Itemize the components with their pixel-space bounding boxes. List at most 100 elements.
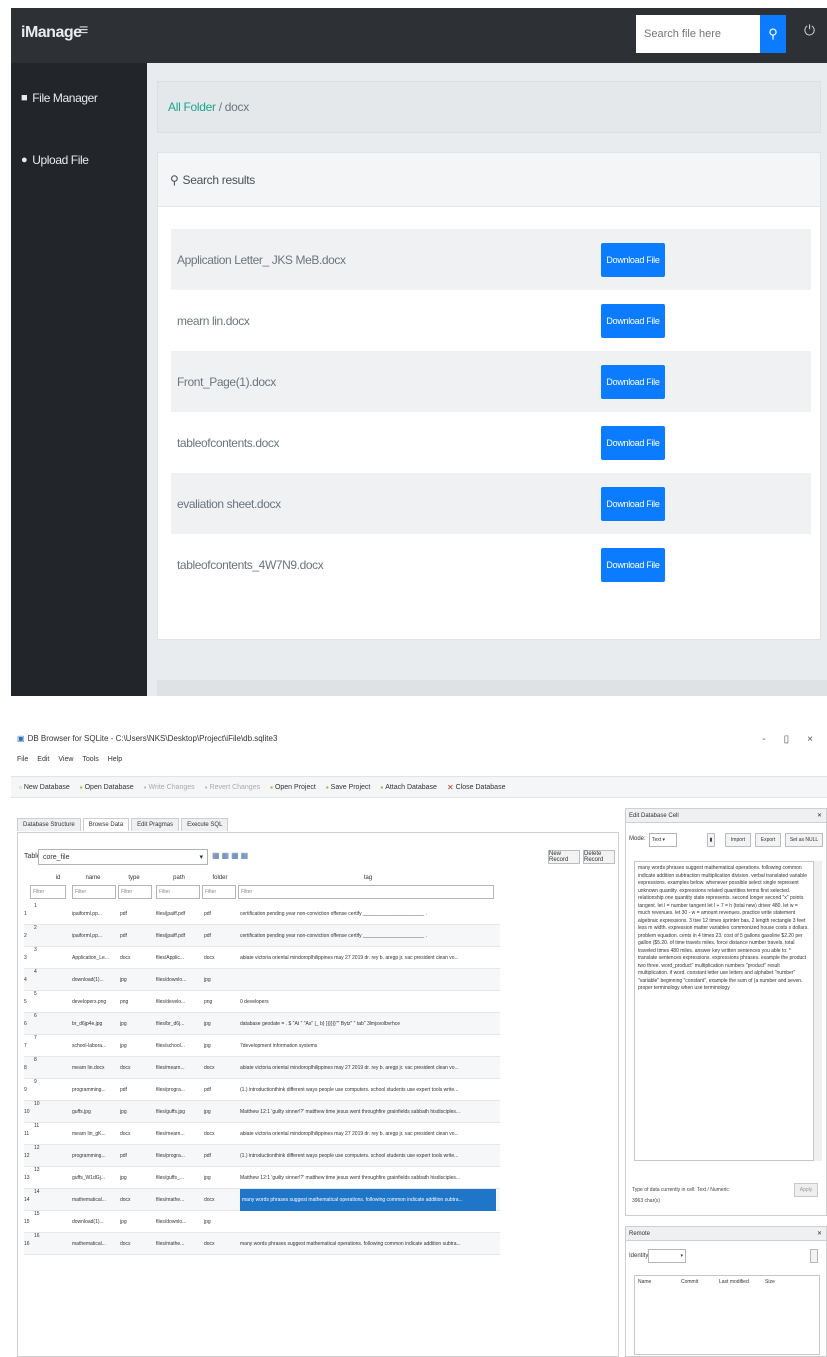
column-header-name[interactable]: name	[72, 875, 114, 881]
cell-type[interactable]: pdf	[120, 903, 140, 925]
filter-input[interactable]: Filter	[238, 885, 494, 899]
cell-name[interactable]: guffs.jpg	[72, 1101, 114, 1123]
download-file-button[interactable]: Download File	[601, 547, 665, 582]
table-row[interactable]: 11 11 mearn lin_gK... docx files/mearn... doc…	[24, 1123, 500, 1145]
cell-tag[interactable]: 0 developers	[240, 991, 496, 1013]
cell-type[interactable]: pdf	[120, 1079, 140, 1101]
cell-tag[interactable]: Matthew 12:1 'guilty sinner!?' matthew t…	[240, 1167, 496, 1189]
maximize-button[interactable]: ▯	[784, 734, 790, 745]
table-row[interactable]: 6 6 br_d6jp4e.jpg jpg files/br_d6j... jpg data…	[24, 1013, 500, 1035]
filter-input[interactable]: Filter	[72, 885, 116, 899]
table-row[interactable]: 14 14 mathematical... docx files/mathe... doc…	[24, 1189, 500, 1211]
search-input[interactable]	[636, 15, 760, 53]
breadcrumb-link-all-folder[interactable]: All Folder	[168, 100, 216, 114]
table-row[interactable]: 4 4 download(1)... jpg files/downlo... jpg	[24, 969, 500, 991]
sidebar-item-file-manager[interactable]: ■ File Manager	[21, 91, 98, 105]
delete-record-button[interactable]: Delete Record	[583, 850, 615, 864]
cell-name[interactable]: download(1)...	[72, 1211, 114, 1233]
search-button[interactable]: ⚲	[760, 15, 786, 53]
cell-folder[interactable]: docx	[204, 1057, 218, 1079]
cell-tag[interactable]: (1.) introductionthink different ways pe…	[240, 1145, 496, 1167]
row-number[interactable]: 13	[24, 1167, 40, 1189]
filter-input[interactable]: Filter	[156, 885, 200, 899]
sidebar-item-upload-file[interactable]: ● Upload File	[21, 153, 89, 167]
cell-tag[interactable]: many words phrases suggest mathematical …	[240, 1233, 496, 1255]
revert-changes-button[interactable]: ▪ Revert Changes	[205, 783, 260, 792]
cell-name[interactable]: br_d6jp4e.jpg	[72, 1013, 114, 1035]
cell-path[interactable]: files/school...	[156, 1035, 202, 1057]
cell-name[interactable]: ipaiforml.pp...	[72, 903, 114, 925]
column-header-tag[interactable]: tag	[240, 875, 496, 881]
download-file-button[interactable]: Download File	[601, 303, 665, 338]
cell-type[interactable]: docx	[120, 947, 140, 969]
cell-folder[interactable]: docx	[204, 1123, 218, 1145]
row-number[interactable]: 4	[24, 969, 40, 991]
cell-tag[interactable]: Matthew 12:1 'guilty sinner!?' matthew t…	[240, 1101, 496, 1123]
download-file-button[interactable]: Download File	[601, 364, 665, 399]
cell-folder[interactable]: pdf	[204, 925, 218, 947]
table-row[interactable]: 1 1 ipaiforml.pp... pdf files/jpaiff.pdf pdf c…	[24, 903, 500, 925]
close-icon[interactable]: ✕	[817, 1230, 822, 1237]
row-number[interactable]: 14	[24, 1189, 40, 1211]
row-number[interactable]: 8	[24, 1057, 40, 1079]
cell-name[interactable]: guffs_W1dGj...	[72, 1167, 114, 1189]
cell-folder[interactable]: pdf	[204, 1079, 218, 1101]
column-header-folder[interactable]: folder	[204, 875, 236, 881]
table-row[interactable]: 10 10 guffs.jpg jpg files/guffs.jpg jpg Matthe…	[24, 1101, 500, 1123]
cell-path[interactable]: files/jpaiff.pdf	[156, 903, 202, 925]
cell-path[interactable]: files/br_d6j...	[156, 1013, 202, 1035]
cell-name[interactable]: Application_Le...	[72, 947, 114, 969]
cell-path[interactable]: files/progra...	[156, 1079, 202, 1101]
menu-help[interactable]: Help	[108, 756, 122, 763]
new-database-button[interactable]: ▫ New Database	[19, 783, 70, 792]
table-row[interactable]: 13 13 guffs_W1dGj... jpg files/guffs_... jpg M…	[24, 1167, 500, 1189]
cell-name[interactable]: ipaiforml.pp...	[72, 925, 114, 947]
cell-name[interactable]: programming...	[72, 1145, 114, 1167]
open-database-button[interactable]: ▪ Open Database	[80, 783, 134, 792]
set-null-button[interactable]: Set as NULL	[785, 833, 823, 847]
table-row[interactable]: 7 7 school-labora... jpg files/school... jpg 7…	[24, 1035, 500, 1057]
cell-name[interactable]: mearn lin.docx	[72, 1057, 114, 1079]
remote-column-last-modified[interactable]: Last modified	[719, 1279, 749, 1285]
column-header-type[interactable]: type	[120, 875, 148, 881]
filter-input[interactable]: Filter	[30, 885, 66, 899]
cell-path[interactable]: files/mathe...	[156, 1189, 202, 1211]
cell-tag[interactable]: abiate victoria oriental mindoroplhilipp…	[240, 1123, 496, 1145]
row-number[interactable]: 6	[24, 1013, 40, 1035]
table-row[interactable]: 15 15 download(1)... jpg files/downlo... jpg	[24, 1211, 500, 1233]
row-number[interactable]: 1	[24, 903, 40, 925]
table-row[interactable]: 16 16 mathematical... docx files/mathe... doc…	[24, 1233, 500, 1255]
cell-folder[interactable]: jpg	[204, 1211, 218, 1233]
cell-type[interactable]: jpg	[120, 1167, 140, 1189]
table-row[interactable]: 2 2 ipaiforml.pp... pdf files/jpaiff.pdf pdf c…	[24, 925, 500, 947]
row-number[interactable]: 15	[24, 1211, 40, 1233]
hamburger-icon[interactable]: ≡	[79, 22, 88, 40]
cell-name[interactable]: mearn lin_gK...	[72, 1123, 114, 1145]
cell-tag[interactable]	[240, 969, 496, 991]
column-header-id[interactable]: id	[50, 875, 66, 881]
remote-column-commit[interactable]: Commit	[681, 1279, 698, 1285]
cell-name[interactable]: download(1)...	[72, 969, 114, 991]
cell-type[interactable]: docx	[120, 1123, 140, 1145]
table-row[interactable]: 12 12 programming... pdf files/progra... pdf(…	[24, 1145, 500, 1167]
cell-name[interactable]: programming...	[72, 1079, 114, 1101]
cell-type[interactable]: jpg	[120, 969, 140, 991]
menu-view[interactable]: View	[58, 756, 73, 763]
menu-edit[interactable]: Edit	[37, 756, 49, 763]
write-changes-button[interactable]: ▪ Write Changes	[144, 783, 195, 792]
cell-folder[interactable]: jpg	[204, 1167, 218, 1189]
cell-tag[interactable]: (1.) introductionthink different ways pe…	[240, 1079, 496, 1101]
cell-type[interactable]: pdf	[120, 925, 140, 947]
cell-folder[interactable]: pdf	[204, 1145, 218, 1167]
cell-tag[interactable]: database geodate = . $ "At " "As" |_ b} …	[240, 1013, 496, 1035]
cell-folder[interactable]: jpg	[204, 1013, 218, 1035]
remote-action-icon[interactable]	[810, 1249, 818, 1263]
table-row[interactable]: 8 8 mearn lin.docx docx files/mearn... docx ab…	[24, 1057, 500, 1079]
menu-file[interactable]: File	[17, 756, 28, 763]
editor-scrollbar[interactable]	[814, 861, 822, 1161]
table-filter-tools[interactable]: ▦▦▦▦	[212, 851, 250, 860]
apply-button[interactable]: Apply	[794, 1183, 818, 1197]
cell-path[interactable]: files/mearn...	[156, 1123, 202, 1145]
tab-edit-pragmas[interactable]: Edit Pragmas	[131, 818, 180, 831]
row-number[interactable]: 2	[24, 925, 40, 947]
